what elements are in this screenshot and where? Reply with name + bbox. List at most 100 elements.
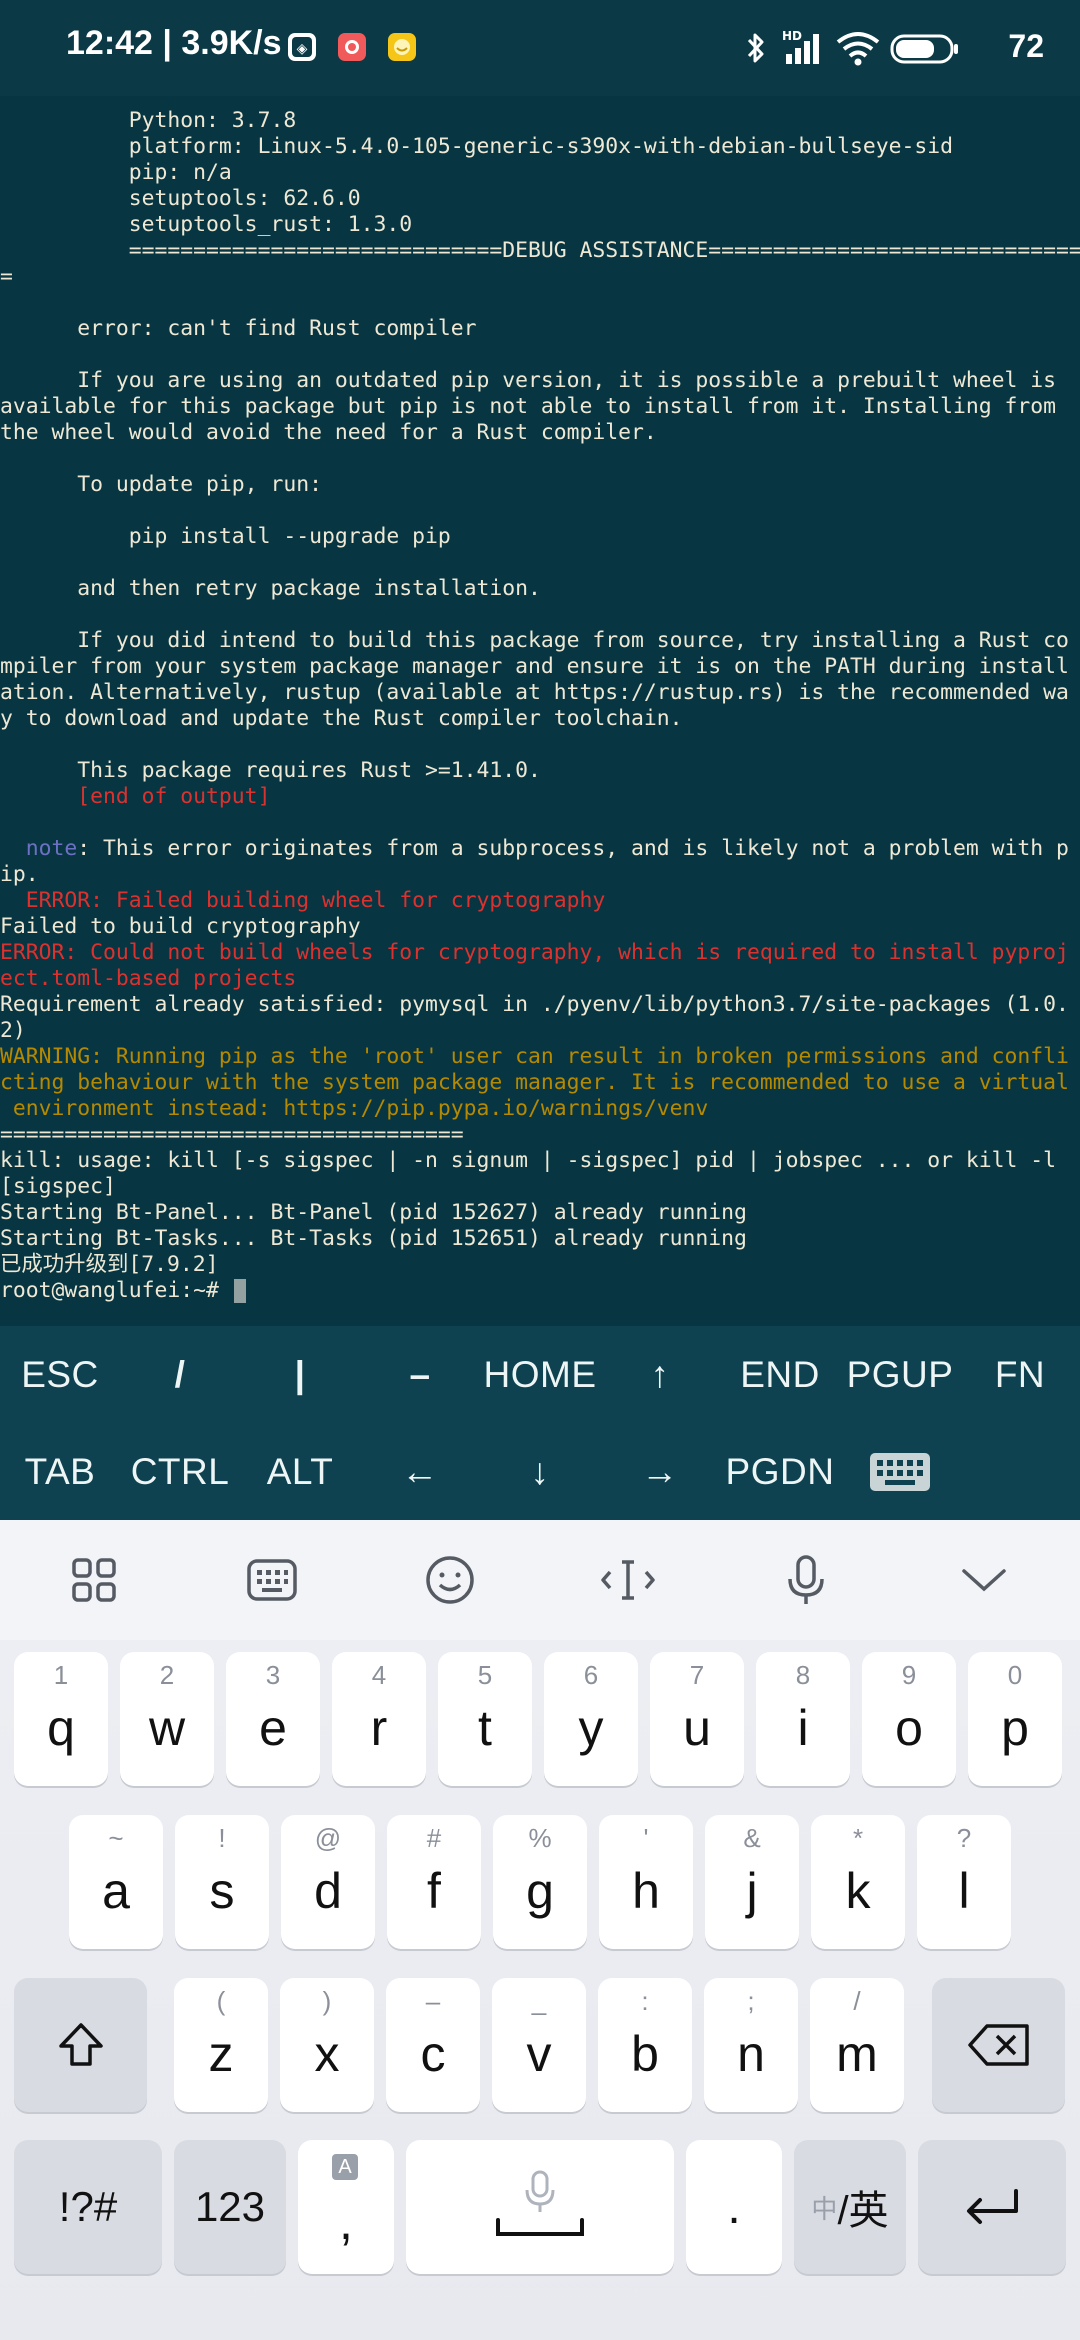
svg-text:HD: HD (782, 29, 802, 43)
extra-key-home[interactable]: HOME (473, 1327, 608, 1423)
terminal-line: WARNING: Running pip as the 'root' user … (0, 1044, 1069, 1069)
terminal-line: Requirement already satisfied: pymysql i… (0, 992, 1069, 1017)
backspace-icon (967, 2024, 1029, 2066)
app-notification-icon: ◈ (288, 33, 316, 61)
key-main-label: w (148, 1700, 186, 1756)
backspace-key[interactable] (932, 1978, 1065, 2112)
key-hint-label: # (426, 1823, 442, 1853)
key-main-label: g (526, 1863, 554, 1919)
extra-key-/[interactable]: / (113, 1327, 248, 1423)
key-c[interactable]: – c (386, 1978, 480, 2112)
key-main-label: e (259, 1700, 287, 1756)
extra-key-end[interactable]: END (713, 1327, 848, 1423)
key-main-label: h (632, 1863, 660, 1919)
enter-icon (967, 2189, 1018, 2224)
terminal-line: To update pip, run: (0, 472, 322, 497)
battery-icon (890, 34, 958, 64)
extra-key-–[interactable]: – (353, 1327, 488, 1423)
key-w[interactable]: 2w (120, 1652, 214, 1786)
extra-key-pgdn[interactable]: PGDN (713, 1424, 848, 1520)
shift-key[interactable] (14, 1978, 147, 2112)
wifi-icon (836, 32, 880, 66)
note-label: note (25, 836, 78, 861)
numbers-key[interactable]: 123 (174, 2140, 286, 2274)
terminal-line: y to download and update the Rust compil… (0, 706, 683, 731)
terminal-line: root@wanglufei:~# (0, 1278, 246, 1304)
collapse-chevron-icon[interactable] (948, 1544, 1020, 1616)
emoji-icon[interactable] (414, 1544, 486, 1616)
key-j[interactable]: & j (705, 1815, 799, 1949)
language-toggle-key[interactable]: 中/英 (794, 2140, 906, 2274)
extra-key-↓[interactable]: ↓ (473, 1424, 608, 1520)
terminal-line: ect.toml-based projects (0, 966, 297, 991)
key-main-label: d (314, 1863, 342, 1919)
key-y[interactable]: 6y (544, 1652, 638, 1786)
key-k[interactable]: * k (811, 1815, 905, 1949)
terminal-output[interactable]: Python: 3.7.8 platform: Linux-5.4.0-105-… (0, 96, 1080, 1326)
key-h[interactable]: ' h (599, 1815, 693, 1949)
shift-icon (58, 2023, 103, 2066)
key-t[interactable]: 5t (438, 1652, 532, 1786)
key-main-label: t (478, 1700, 492, 1756)
keyboard-toggle-icon[interactable] (833, 1424, 968, 1520)
key-a[interactable]: ~ a (69, 1815, 163, 1949)
enter-key[interactable] (918, 2140, 1066, 2274)
extra-key-tab[interactable]: TAB (0, 1424, 128, 1520)
period-key-label: . (727, 2180, 741, 2234)
status-time: 12:42 | 3.9K/s (66, 24, 282, 62)
extra-key-↑[interactable]: ↑ (593, 1327, 728, 1423)
key-r[interactable]: 4r (332, 1652, 426, 1786)
extra-key-ctrl[interactable]: CTRL (113, 1424, 248, 1520)
cursor-move-icon[interactable] (592, 1544, 664, 1616)
key-hint-label: ; (747, 1986, 755, 2016)
extra-key-←[interactable]: ← (353, 1424, 488, 1520)
terminal-line: If you did intend to build this package … (0, 628, 1069, 653)
lang-en-label: /英 (837, 2189, 889, 2233)
apps-grid-icon[interactable] (58, 1544, 130, 1616)
key-main-label: c (420, 2026, 446, 2082)
key-x[interactable]: ) x (280, 1978, 374, 2112)
key-d[interactable]: @ d (281, 1815, 375, 1949)
key-main-label: x (314, 2026, 340, 2082)
comma-key[interactable]: A , (298, 2140, 394, 2274)
key-p[interactable]: 0p (968, 1652, 1062, 1786)
key-i[interactable]: 8i (756, 1652, 850, 1786)
extra-key-→[interactable]: → (593, 1424, 728, 1520)
key-hint-label: 5 (477, 1660, 493, 1690)
key-main-label: y (578, 1700, 604, 1756)
key-u[interactable]: 7u (650, 1652, 744, 1786)
key-m[interactable]: / m (810, 1978, 904, 2112)
key-hint-label: % (528, 1823, 552, 1853)
comma-key-badge: A (332, 2154, 358, 2180)
app-notification-icon (388, 33, 416, 61)
key-main-label: v (526, 2026, 552, 2082)
space-key[interactable] (406, 2140, 674, 2274)
key-hint-label: 7 (689, 1660, 705, 1690)
numbers-key-label: 123 (194, 2183, 266, 2230)
key-b[interactable]: :b (598, 1978, 692, 2112)
key-n[interactable]: ; n (704, 1978, 798, 2112)
microphone-icon[interactable] (770, 1544, 842, 1616)
key-l[interactable]: ? l (917, 1815, 1011, 1949)
keyboard-layout-icon[interactable] (236, 1544, 308, 1616)
extra-key-pgup[interactable]: PGUP (833, 1327, 968, 1423)
key-o[interactable]: 9o (862, 1652, 956, 1786)
symbols-key[interactable]: !?# (14, 2140, 162, 2274)
extra-key-esc[interactable]: ESC (0, 1327, 128, 1423)
extra-key-fn[interactable]: FN (953, 1327, 1080, 1423)
terminal-line: ip. (0, 862, 39, 887)
terminal-line: = (0, 264, 13, 289)
key-hint-label: @ (314, 1823, 342, 1853)
key-hint-label: ~ (108, 1823, 124, 1853)
key-q[interactable]: 1q (14, 1652, 108, 1786)
extra-key-|[interactable]: | (233, 1327, 368, 1423)
key-z[interactable]: (z (174, 1978, 268, 2112)
terminal-line: Starting Bt-Panel... Bt-Panel (pid 15262… (0, 1200, 747, 1225)
period-key[interactable]: . (686, 2140, 782, 2274)
key-g[interactable]: % g (493, 1815, 587, 1949)
key-v[interactable]: _ v (492, 1978, 586, 2112)
key-s[interactable]: ! s (175, 1815, 269, 1949)
extra-key-alt[interactable]: ALT (233, 1424, 368, 1520)
key-f[interactable]: # f (387, 1815, 481, 1949)
key-e[interactable]: 3e (226, 1652, 320, 1786)
